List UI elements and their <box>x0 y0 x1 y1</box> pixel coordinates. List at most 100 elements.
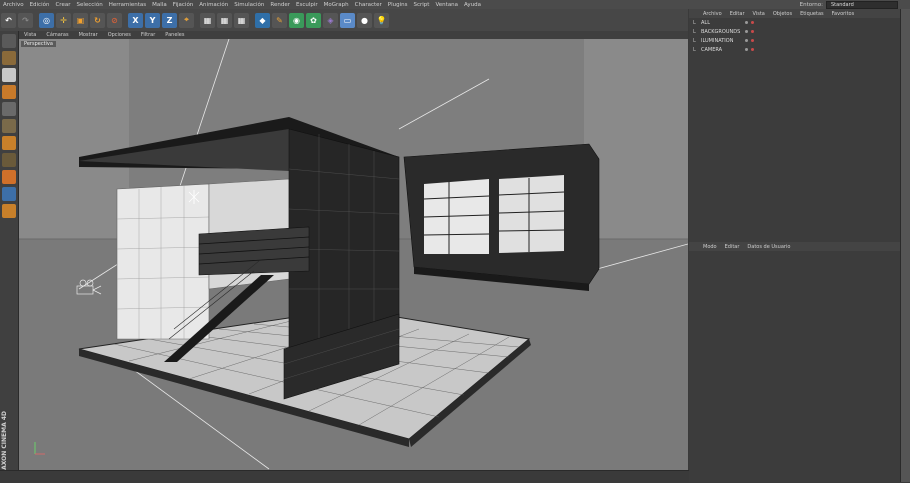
move-icon[interactable]: ✛ <box>56 12 71 28</box>
deformer-icon[interactable]: ◈ <box>323 12 338 28</box>
render-settings-icon[interactable]: ▦ <box>234 12 249 28</box>
objects-menu-item-favoritos[interactable]: Favoritos <box>828 11 859 17</box>
polygons-mode-icon[interactable] <box>2 136 16 150</box>
objects-menu-item-editar[interactable]: Editar <box>726 11 749 17</box>
viewport-menu-item-c-maras[interactable]: Cámaras <box>41 32 73 38</box>
z-axis-icon[interactable]: Z <box>162 12 177 28</box>
array-icon[interactable]: ✿ <box>306 12 321 28</box>
main-toolbar: ↶ ↷ ◎ ✛ ▣ ↻ ⊘ X Y Z ⌖ ▦ ▦ ▦ ◆ ✎ ◉ ✿ ◈ ▭ … <box>0 9 688 32</box>
menu-item-character[interactable]: Character <box>352 2 385 8</box>
pen-icon[interactable]: ✎ <box>272 12 287 28</box>
texture-mode-icon[interactable] <box>2 68 16 82</box>
viewport-menu-bar: Vista Cámaras Mostrar Opciones Filtrar Panele… <box>19 31 688 39</box>
menu-item-ayuda[interactable]: Ayuda <box>461 2 484 8</box>
subdivision-icon[interactable]: ◉ <box>289 12 304 28</box>
menu-item-script[interactable]: Script <box>411 2 433 8</box>
render-dot-icon[interactable] <box>751 30 754 33</box>
visibility-dot-icon[interactable] <box>745 30 748 33</box>
perspective-viewport[interactable]: Perspectiva <box>19 39 688 470</box>
object-name: ILUMINATION <box>701 37 734 44</box>
menu-bar: Archivo Edición Crear Selección Herramientas… <box>0 0 910 9</box>
recent-tool-icon[interactable]: ⊘ <box>107 12 122 28</box>
menu-item-animaci-n[interactable]: Animación <box>196 2 231 8</box>
snap-icon[interactable] <box>2 170 16 184</box>
render-dot-icon[interactable] <box>751 39 754 42</box>
attributes-panel-menu: Modo Editar Datos de Usuario <box>689 242 910 251</box>
menu-item-plugins[interactable]: Plugins <box>385 2 411 8</box>
menu-item-malla[interactable]: Malla <box>149 2 170 8</box>
attributes-menu-item-modo[interactable]: Modo <box>699 244 721 250</box>
viewport-menu-item-filtrar[interactable]: Filtrar <box>136 32 160 38</box>
object-row[interactable]: L ILUMINATION <box>689 36 910 45</box>
viewport-menu-item-paneles[interactable]: Paneles <box>160 32 189 38</box>
y-axis-icon[interactable]: Y <box>145 12 160 28</box>
layer-icon: L <box>693 28 696 35</box>
visibility-dot-icon[interactable] <box>745 39 748 42</box>
redo-icon[interactable]: ↷ <box>18 12 33 28</box>
live-selection-icon[interactable]: ◎ <box>39 12 54 28</box>
menu-item-edici-n[interactable]: Edición <box>27 2 53 8</box>
environment-selector[interactable]: Entorno: Standard <box>800 0 898 9</box>
attributes-menu-item-editar[interactable]: Editar <box>721 244 744 250</box>
render-view-icon[interactable]: ▦ <box>200 12 215 28</box>
workplane-lock-icon[interactable] <box>2 187 16 201</box>
objects-menu-item-objetos[interactable]: Objetos <box>769 11 796 17</box>
axis-mode-icon[interactable] <box>2 153 16 167</box>
object-name: CAMERA <box>701 46 723 53</box>
make-editable-icon[interactable] <box>2 34 16 48</box>
object-row[interactable]: L BACKGROUNDS <box>689 27 910 36</box>
layer-icon: L <box>693 46 696 53</box>
objects-menu-item-archivo[interactable]: Archivo <box>699 11 726 17</box>
light-icon[interactable]: 💡 <box>374 12 389 28</box>
object-name: BACKGROUNDS <box>701 28 741 35</box>
menu-item-render[interactable]: Render <box>267 2 293 8</box>
object-row[interactable]: L ALL <box>689 18 910 27</box>
environment-dropdown[interactable]: Standard <box>826 0 898 9</box>
object-list: L ALL L BACKGROUNDS L ILUMINATION L CAMERA <box>689 18 910 54</box>
visibility-dot-icon[interactable] <box>745 48 748 51</box>
floor-icon[interactable]: ▭ <box>340 12 355 28</box>
render-dot-icon[interactable] <box>751 48 754 51</box>
scale-icon[interactable]: ▣ <box>73 12 88 28</box>
menu-item-herramientas[interactable]: Herramientas <box>106 2 149 8</box>
left-tool-palette: MAXON CINEMA 4D <box>0 31 19 482</box>
x-axis-icon[interactable]: X <box>128 12 143 28</box>
objects-menu-item-vista[interactable]: Vista <box>749 11 769 17</box>
quantize-icon[interactable] <box>2 204 16 218</box>
attributes-menu-item-datos-de-usuario[interactable]: Datos de Usuario <box>743 244 794 250</box>
brand-logo: MAXON CINEMA 4D <box>1 411 8 476</box>
viewport-menu-item-opciones[interactable]: Opciones <box>103 32 136 38</box>
environment-label: Entorno: <box>799 1 823 8</box>
layer-icon: L <box>693 37 696 44</box>
camera-icon[interactable]: ● <box>357 12 372 28</box>
scene-render <box>19 39 688 470</box>
menu-item-selecci-n[interactable]: Selección <box>73 2 105 8</box>
menu-item-archivo[interactable]: Archivo <box>0 2 27 8</box>
menu-item-mograph[interactable]: MoGraph <box>321 2 352 8</box>
points-mode-icon[interactable] <box>2 102 16 116</box>
menu-item-crear[interactable]: Crear <box>52 2 73 8</box>
viewport-label: Perspectiva <box>21 41 56 47</box>
workplane-icon[interactable] <box>2 85 16 99</box>
rotate-icon[interactable]: ↻ <box>90 12 105 28</box>
objects-panel-menu: Archivo Editar Vista Objetos Etiquetas Favori… <box>689 9 910 18</box>
viewport-menu-item-vista[interactable]: Vista <box>19 32 41 38</box>
layer-icon: L <box>693 19 696 26</box>
render-picture-viewer-icon[interactable]: ▦ <box>217 12 232 28</box>
objects-menu-item-etiquetas[interactable]: Etiquetas <box>796 11 828 17</box>
coordinate-system-icon[interactable]: ⌖ <box>179 12 194 28</box>
cube-icon[interactable]: ◆ <box>255 12 270 28</box>
model-mode-icon[interactable] <box>2 51 16 65</box>
menu-item-ventana[interactable]: Ventana <box>432 2 461 8</box>
menu-item-simulaci-n[interactable]: Simulación <box>231 2 267 8</box>
menu-item-esculpir[interactable]: Esculpir <box>293 2 321 8</box>
visibility-dot-icon[interactable] <box>745 21 748 24</box>
right-panel: Archivo Editar Vista Objetos Etiquetas Favori… <box>689 9 910 482</box>
undo-icon[interactable]: ↶ <box>1 12 16 28</box>
edges-mode-icon[interactable] <box>2 119 16 133</box>
render-dot-icon[interactable] <box>751 21 754 24</box>
object-row[interactable]: L CAMERA <box>689 45 910 54</box>
side-tabs[interactable] <box>900 9 910 482</box>
viewport-menu-item-mostrar[interactable]: Mostrar <box>74 32 103 38</box>
menu-item-fijaci-n[interactable]: Fijación <box>170 2 197 8</box>
